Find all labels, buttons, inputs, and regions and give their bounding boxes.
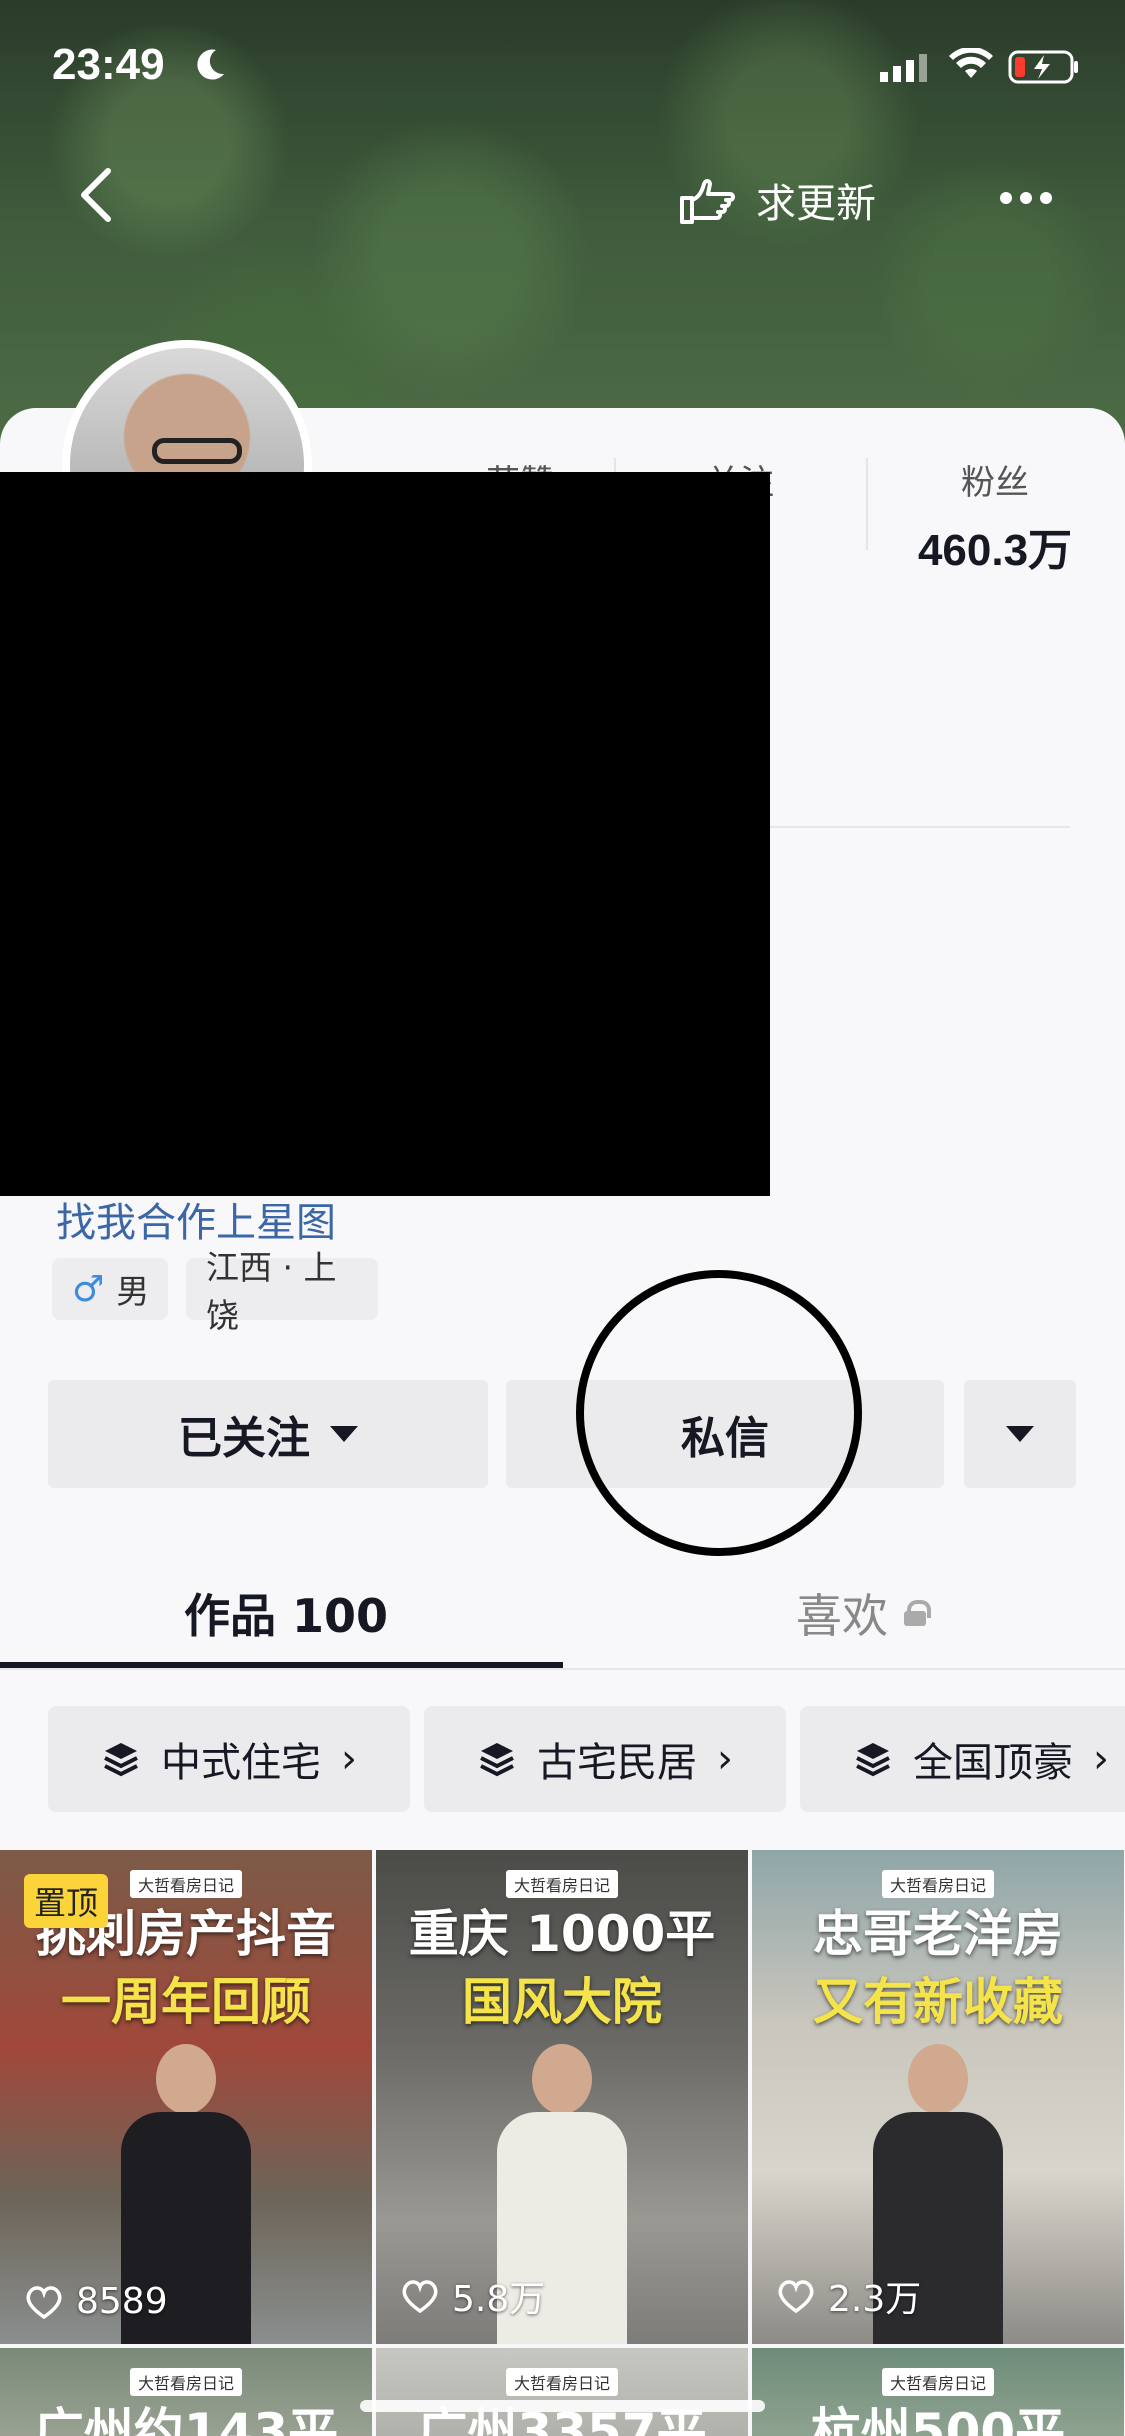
active-tab-indicator [0, 1662, 563, 1668]
video-likes: 8589 [24, 2281, 168, 2322]
home-indicator[interactable] [360, 2400, 765, 2412]
request-update-button[interactable]: 求更新 [676, 165, 876, 235]
following-label: 已关注 [178, 1413, 310, 1464]
video-likes-count: 2.3万 [828, 2279, 922, 2320]
video-thumbnail[interactable]: 置顶 大哲看房日记 挑刺房产抖音 一周年回顾 8589 [0, 1850, 372, 2344]
video-thumbnail[interactable]: 大哲看房日记 广州3357平 [376, 2348, 748, 2436]
pinned-badge: 置顶 [24, 1874, 109, 1928]
video-title-line1: 重庆 1000平 [408, 1905, 716, 1963]
moon-icon [197, 49, 224, 80]
layers-icon [856, 1743, 890, 1777]
video-likes-count: 5.8万 [452, 2279, 546, 2320]
layers-icon [480, 1743, 514, 1777]
male-icon: ♂ [72, 1268, 105, 1310]
heart-icon [778, 2280, 814, 2314]
caret-down-icon [1006, 1426, 1034, 1442]
video-title-line2: 国风大院 [462, 1973, 662, 2031]
video-likes-count: 8589 [76, 2281, 168, 2322]
layers-icon [104, 1743, 138, 1777]
video-title-line2: 一周年回顾 [61, 1973, 311, 2031]
message-button[interactable]: 私信 [506, 1380, 944, 1488]
tab-works[interactable]: 作品 100 [184, 1580, 388, 1646]
collection-chip[interactable]: 中式住宅 › [48, 1706, 410, 1812]
heart-icon [26, 2285, 62, 2319]
chevron-right-icon: › [1093, 1736, 1109, 1782]
cooperation-link[interactable]: 找我合作上星图 [56, 1190, 336, 1248]
signal-icon [880, 54, 927, 82]
lock-icon [904, 1600, 931, 1626]
back-chevron-icon[interactable] [70, 165, 122, 225]
more-options-icon[interactable] [1000, 180, 1060, 216]
content-tabs: 作品 100 喜欢 [0, 1560, 1125, 1670]
location-tag: 江西 · 上饶 [186, 1248, 378, 1335]
chevron-right-icon: › [341, 1736, 357, 1782]
heart-icon [402, 2280, 438, 2314]
stat-fans[interactable]: 粉丝 460.3万 [880, 455, 1110, 578]
video-thumbnail[interactable]: 大哲看房日记 广州约143平 [0, 2348, 372, 2436]
tab-likes[interactable]: 喜欢 [796, 1580, 931, 1646]
stat-divider [866, 458, 868, 550]
video-title-line2: 又有新收藏 [813, 1973, 1063, 2031]
status-time: 23:49 [52, 40, 165, 89]
collections-row: 中式住宅 › 古宅民居 › 全国顶豪 › [48, 1706, 1125, 1812]
stat-fans-label: 粉丝 [961, 463, 1029, 503]
video-grid: 置顶 大哲看房日记 挑刺房产抖音 一周年回顾 8589 大哲看房日记 重庆 10… [0, 1850, 1125, 2436]
redacted-region [0, 472, 770, 1196]
divider [770, 826, 1070, 828]
message-label: 私信 [681, 1413, 769, 1464]
chevron-right-icon: › [717, 1736, 733, 1782]
tab-likes-label: 喜欢 [796, 1589, 888, 1643]
pointing-hand-icon [680, 179, 735, 224]
request-update-label: 求更新 [756, 181, 876, 227]
video-title-line1: 广州3357平 [417, 2403, 707, 2436]
collection-chip[interactable]: 古宅民居 › [424, 1706, 786, 1812]
gender-label: 男 [116, 1272, 150, 1311]
video-thumbnail[interactable]: 大哲看房日记 杭州500平 [752, 2348, 1124, 2436]
location-label: 江西 · 上饶 [206, 1248, 337, 1335]
collection-chip[interactable]: 全国顶豪 › [800, 1706, 1125, 1812]
collection-label: 全国顶豪 [913, 1740, 1073, 1786]
following-button[interactable]: 已关注 [48, 1380, 488, 1488]
collection-label: 古宅民居 [537, 1740, 697, 1786]
gender-tag: ♂ 男 [52, 1258, 168, 1320]
more-actions-dropdown[interactable] [964, 1380, 1076, 1488]
video-title-line1: 广州约143平 [33, 2403, 339, 2436]
video-title-line1: 杭州500平 [810, 2403, 1066, 2436]
battery-low-charging-icon [1008, 50, 1078, 84]
collection-label: 中式住宅 [161, 1740, 321, 1786]
video-likes: 2.3万 [776, 2270, 921, 2322]
caret-down-icon [330, 1426, 358, 1442]
wifi-icon [949, 48, 993, 78]
status-bar: 23:49 [0, 0, 1125, 130]
video-likes: 5.8万 [400, 2270, 545, 2322]
video-title-line1: 忠哥老洋房 [813, 1905, 1063, 1963]
video-thumbnail[interactable]: 大哲看房日记 重庆 1000平 国风大院 5.8万 [376, 1850, 748, 2344]
video-thumbnail[interactable]: 大哲看房日记 忠哥老洋房 又有新收藏 2.3万 [752, 1850, 1124, 2344]
stat-fans-value: 460.3万 [917, 526, 1073, 575]
